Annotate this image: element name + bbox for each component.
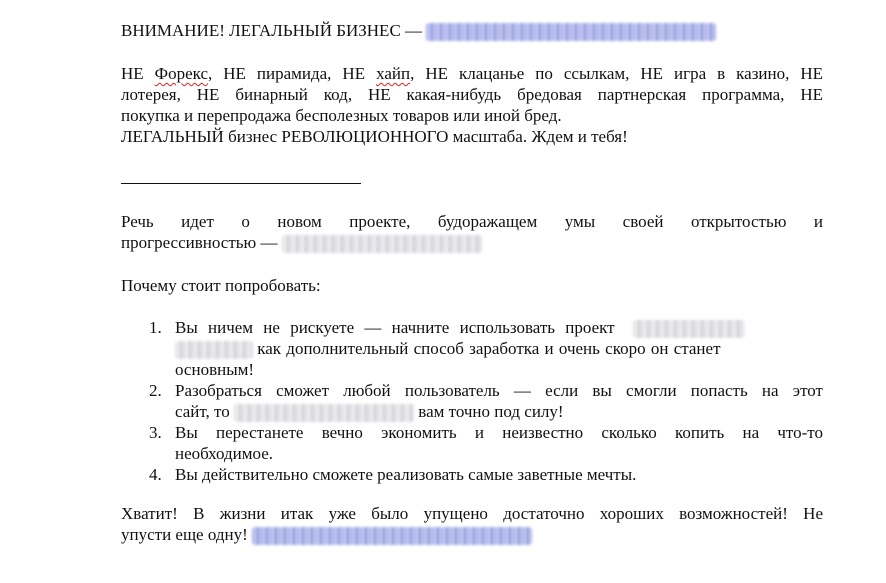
intro-text: , НЕ клацанье по ссылкам, НЕ игра в кази… (410, 64, 823, 83)
redacted-text (175, 341, 253, 360)
speech-line-1: Речь идет о новом проекте, будоражащем у… (121, 212, 823, 231)
list-item-line: необходимое. (175, 444, 274, 463)
intro-line-2: лотерея, НЕ бинарный код, НЕ какая-нибуд… (121, 85, 823, 104)
redacted-text (234, 404, 415, 423)
list-item-line: Вы ничем не рискуете — начните использов… (175, 317, 823, 339)
list-item-line: Вы действительно сможете реализовать сам… (175, 465, 637, 484)
list-item-text: вам точно под силу! (418, 402, 564, 421)
list-item-line: как дополнительный способ заработка и оч… (175, 338, 721, 360)
list-item-line: сайт, то вам точно под силу! (175, 401, 564, 423)
redacted-link (426, 23, 717, 42)
intro-text: НЕ (121, 64, 155, 83)
list-item-number: 1. (149, 318, 162, 337)
list-item-number: 4. (149, 465, 162, 484)
list-item-number: 2. (149, 381, 162, 400)
heading-text: ВНИМАНИЕ! ЛЕГАЛЬНЫЙ БИЗНЕС — (121, 21, 423, 40)
intro-text: , НЕ пирамида, НЕ (208, 64, 377, 83)
intro-misspelled-word: хайп (376, 64, 411, 83)
separator-line (121, 183, 361, 184)
speech-text: прогрессивностью — (121, 233, 278, 252)
redacted-text (281, 235, 482, 254)
heading-line: ВНИМАНИЕ! ЛЕГАЛЬНЫЙ БИЗНЕС — (121, 20, 717, 42)
speech-line-2: прогрессивностью — (121, 232, 482, 254)
list-item-line: Вы перестанете вечно экономить и неизвес… (175, 423, 823, 442)
list-item-number: 3. (149, 423, 162, 442)
why-heading: Почему стоит попробовать: (121, 276, 321, 295)
list-item-text: сайт, то (175, 402, 230, 421)
list-item-text: Вы ничем не рискуете — начните использов… (175, 318, 615, 337)
redacted-link (252, 527, 533, 546)
closing-text: упусти еще одну! (121, 525, 248, 544)
list-item-line: Разобраться сможет любой пользователь — … (175, 381, 823, 400)
list-item-text: как дополнительный способ заработка и оч… (257, 339, 721, 358)
redacted-text (632, 320, 745, 339)
intro-line-3: покупка и перепродажа бесполезных товаро… (121, 106, 562, 125)
intro-line-4: ЛЕГАЛЬНЫЙ бизнес РЕВОЛЮЦИОННОГО масштаба… (121, 127, 628, 146)
list-item-line: основным! (175, 360, 255, 379)
closing-line-2: упусти еще одну! (121, 524, 533, 546)
intro-misspelled-word: Форекс (154, 64, 209, 83)
closing-line-1: Хватит! В жизни итак уже было упущено до… (121, 504, 823, 523)
intro-line-1: НЕ Форекс, НЕ пирамида, НЕ хайп, НЕ клац… (121, 63, 823, 84)
